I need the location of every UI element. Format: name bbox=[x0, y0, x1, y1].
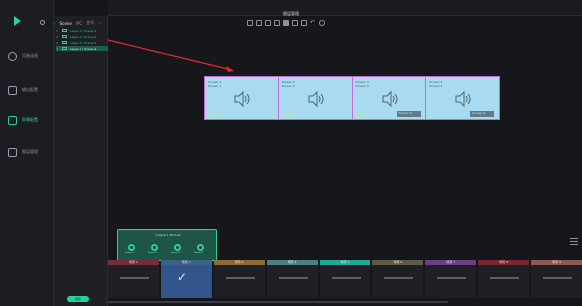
panel-tabs: ‹ Scene IPC 信号 › bbox=[54, 20, 100, 26]
preset-thumbnail bbox=[384, 277, 414, 279]
preset-label: 场景 1 bbox=[108, 260, 159, 265]
scene-preset-card[interactable]: 场景 4 bbox=[266, 260, 318, 298]
checkbox-icon[interactable] bbox=[62, 29, 67, 32]
layer-panel bbox=[54, 16, 108, 306]
nav-label: 设备连接 bbox=[22, 53, 38, 58]
output-knob[interactable]: Screen 3 bbox=[171, 241, 183, 255]
preset-thumbnail bbox=[543, 277, 573, 279]
nav-label: 输出配置 bbox=[22, 87, 38, 92]
nav-item-layer[interactable]: 图层管理 bbox=[8, 146, 52, 158]
screen-tile[interactable]: Screen 3 Screen 3 Screen 3 Screen 3 bbox=[353, 77, 427, 119]
settings-icon[interactable] bbox=[319, 20, 325, 26]
scene-preset-card[interactable]: 场景 7 bbox=[425, 260, 477, 298]
nav-item-screen[interactable]: 屏幕配置 bbox=[8, 114, 52, 126]
speaker-icon bbox=[382, 90, 397, 108]
preset-label: 场景 6 bbox=[372, 260, 424, 265]
scene-preset-card[interactable]: 场景 9 bbox=[531, 260, 582, 298]
popup-title: Output 1 Module bbox=[155, 233, 181, 237]
output-knob[interactable]: Screen 2 bbox=[148, 241, 160, 255]
tab-scene[interactable]: Scene bbox=[60, 21, 72, 26]
edit-icon bbox=[8, 115, 17, 125]
chevron-left-icon[interactable]: ‹ bbox=[54, 21, 56, 26]
logo-play-icon bbox=[14, 16, 21, 26]
scene-preset-card[interactable]: 场景 8 bbox=[478, 260, 530, 298]
checkbox-icon[interactable] bbox=[62, 47, 67, 50]
scene-preset-card[interactable]: 场景 3 bbox=[213, 260, 265, 298]
check-icon: ✓ bbox=[176, 270, 187, 284]
output-knob[interactable]: Screen 4 bbox=[194, 241, 206, 255]
grid-icon bbox=[8, 147, 17, 157]
layout-1-icon[interactable] bbox=[247, 20, 253, 26]
camera-icon[interactable] bbox=[283, 20, 289, 26]
gear-icon[interactable] bbox=[40, 20, 45, 25]
scene-preset-strip: 场景 1 场景 2 ✓ 场景 3 场景 4 场景 5 场景 6 场景 7 场景 8 场景 9 bbox=[108, 260, 582, 298]
preset-label: 场景 8 bbox=[478, 260, 530, 265]
checkbox-icon[interactable] bbox=[62, 35, 67, 38]
scene-preset-card[interactable]: 场景 6 bbox=[372, 260, 424, 298]
preset-thumbnail bbox=[490, 277, 520, 279]
preset-thumbnail bbox=[120, 277, 149, 279]
screen-label-box: Screen 3 bbox=[396, 111, 421, 117]
screen-canvas[interactable]: Screen 1 Screen 1 Screen 1 Screen 2 Scre… bbox=[204, 76, 500, 120]
checkbox-icon[interactable] bbox=[62, 41, 67, 44]
horizontal-scrollbar[interactable] bbox=[108, 301, 448, 303]
layout-3-icon[interactable] bbox=[265, 20, 271, 26]
preset-label: 场景 3 bbox=[213, 260, 265, 265]
output-module-popup: Output 1 Module Screen 1 Screen 2 Screen… bbox=[117, 229, 217, 261]
screen-tile[interactable]: Screen 4 Screen 4 Screen 4 bbox=[426, 77, 499, 119]
preset-label: 场景 4 bbox=[266, 260, 318, 265]
canvas-toolbar: ↶ bbox=[247, 20, 325, 26]
preset-thumbnail bbox=[225, 277, 255, 279]
preset-label: 场景 9 bbox=[531, 260, 582, 265]
monitor-icon bbox=[8, 85, 17, 95]
preset-label: 场景 7 bbox=[425, 260, 477, 265]
speaker-icon bbox=[234, 90, 250, 108]
scene-preset-card[interactable]: 场景 2 ✓ bbox=[160, 260, 212, 298]
layout-4-icon[interactable] bbox=[274, 20, 280, 26]
chevron-right-icon[interactable]: › bbox=[98, 21, 100, 26]
search-icon bbox=[8, 51, 17, 61]
save-button[interactable]: 保存 bbox=[67, 296, 89, 302]
left-sidebar: 设备连接 输出配置 屏幕配置 图层管理 bbox=[0, 0, 54, 306]
scene-preset-card[interactable]: 场景 1 bbox=[108, 260, 159, 298]
nav-label: 图层管理 bbox=[22, 149, 38, 154]
preset-thumbnail bbox=[331, 277, 361, 279]
tab-signal[interactable]: 信号 bbox=[86, 20, 94, 26]
speaker-icon bbox=[455, 90, 471, 108]
preset-label: 场景 5 bbox=[319, 260, 371, 265]
preset-thumbnail bbox=[278, 277, 308, 279]
screen-tile[interactable]: Screen 1 Screen 1 Screen 1 bbox=[205, 77, 279, 119]
nav-item-output[interactable]: 输出配置 bbox=[8, 84, 52, 96]
layer-row[interactable]: 3 Layer-1 / Scene-3 bbox=[56, 40, 108, 45]
screen-label-box: Screen 4 bbox=[470, 111, 495, 117]
layer-row[interactable]: 2 Layer-1 / Scene-2 bbox=[56, 34, 108, 39]
nav-item-device[interactable]: 设备连接 bbox=[8, 50, 52, 62]
preset-label: 场景 2 bbox=[160, 260, 212, 265]
undo-icon[interactable]: ↶ bbox=[310, 20, 316, 26]
layer-row-selected[interactable]: 4 Layer-1 / Scene-4 bbox=[56, 46, 108, 51]
paste-icon[interactable] bbox=[301, 20, 307, 26]
layout-2-icon[interactable] bbox=[256, 20, 262, 26]
menu-lines-icon[interactable] bbox=[570, 238, 578, 248]
layer-row[interactable]: 1 Layer-1 / Scene-1 bbox=[56, 28, 108, 33]
preset-thumbnail bbox=[437, 277, 467, 279]
copy-icon[interactable] bbox=[292, 20, 298, 26]
speaker-icon bbox=[308, 90, 324, 108]
scene-preset-card[interactable]: 场景 5 bbox=[319, 260, 371, 298]
tab-ipc[interactable]: IPC bbox=[76, 21, 82, 26]
output-knob[interactable]: Screen 1 bbox=[125, 241, 137, 255]
screen-tile[interactable]: Screen 2 Screen 2 Screen 2 bbox=[279, 77, 353, 119]
nav-label: 屏幕配置 bbox=[22, 117, 38, 122]
